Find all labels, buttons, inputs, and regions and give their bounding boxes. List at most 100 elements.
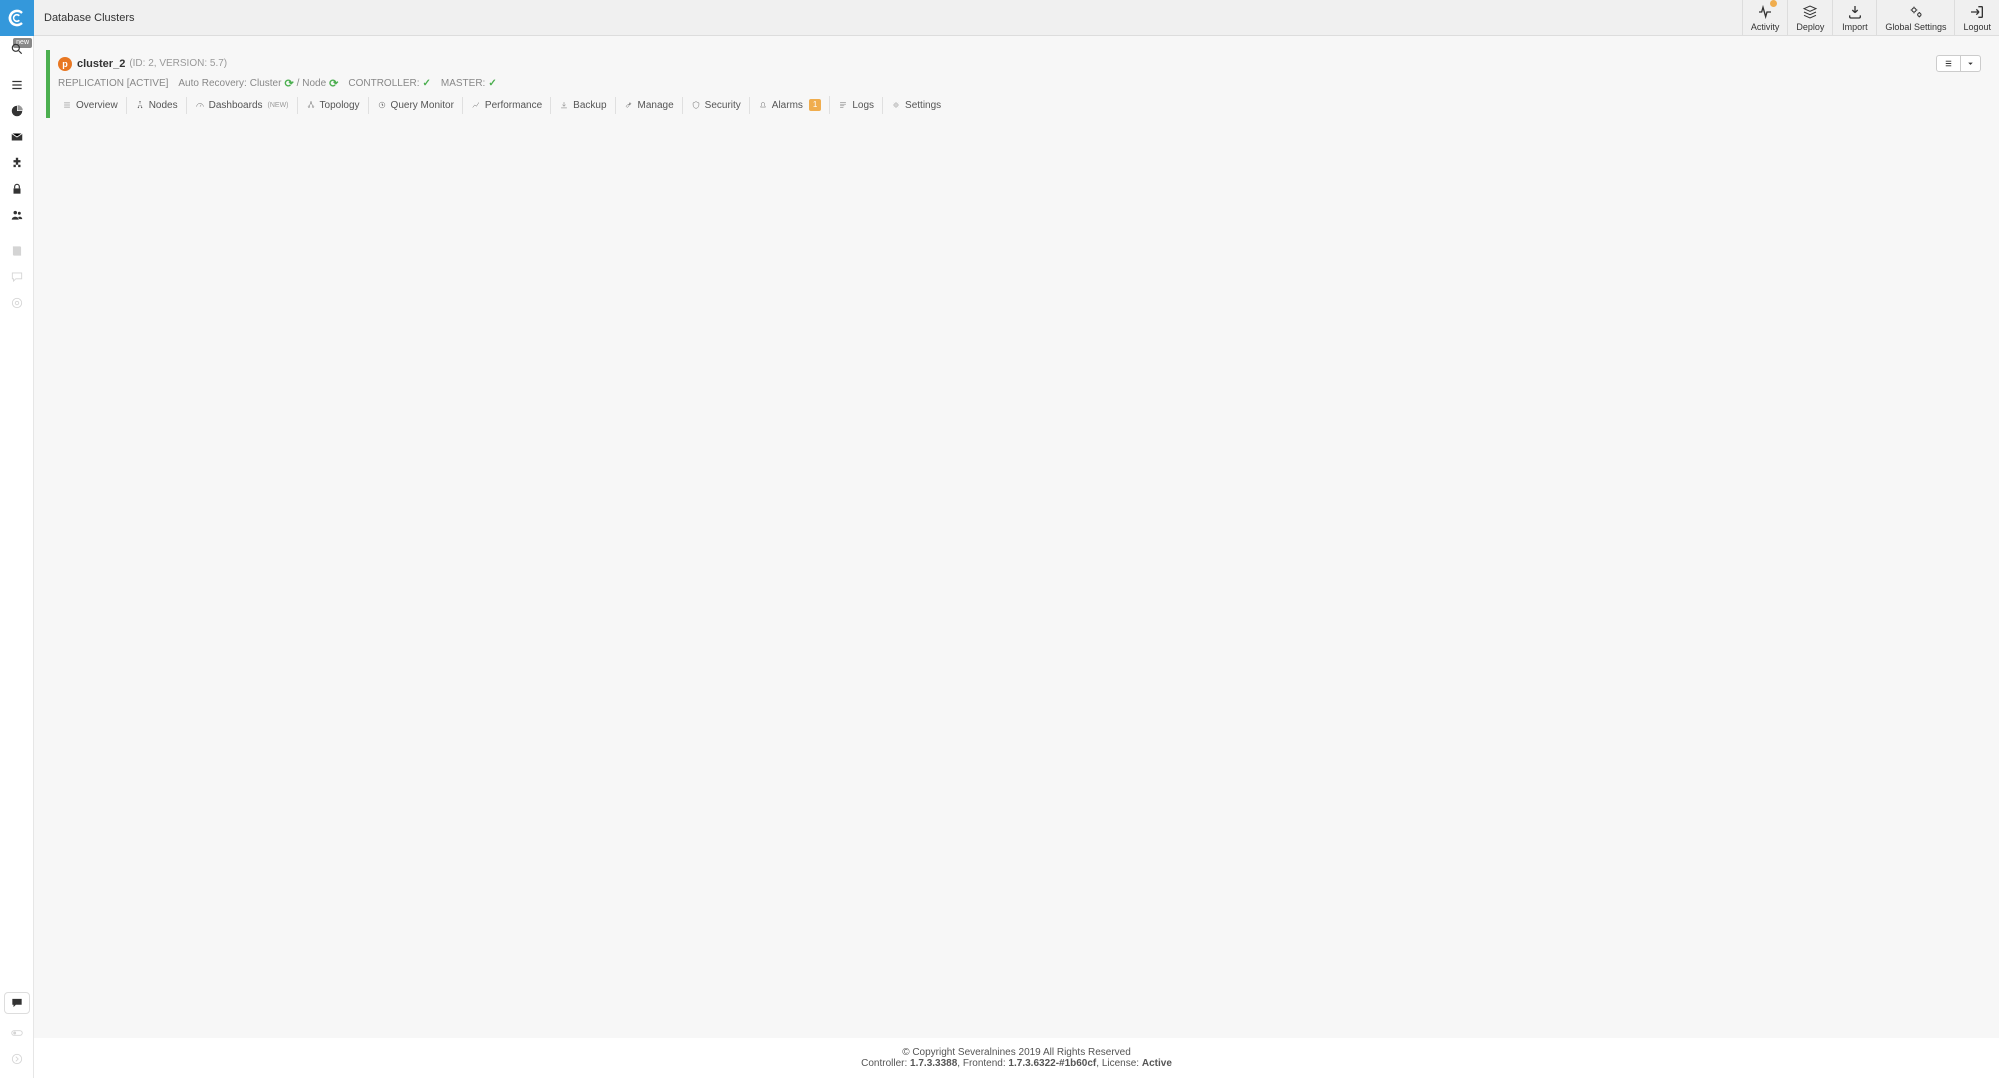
nav-import[interactable]: Import [1832,0,1876,35]
controller-status: CONTROLLER: [348,78,431,89]
caret-down-icon [1965,58,1976,69]
footer-copyright: © Copyright Severalnines 2019 All Rights… [902,1047,1131,1058]
sidebar-mail[interactable] [0,124,33,150]
nav-deploy[interactable]: Deploy [1787,0,1832,35]
cluster-status-row: REPLICATION [ACTIVE] Auto Recovery: Clus… [50,75,1987,94]
alarm-count-badge: 1 [809,99,821,111]
sidebar-clusters[interactable] [0,72,33,98]
sidebar: new [0,36,34,1078]
footer-license-value: Active [1142,1058,1172,1069]
footer-frontend-version: 1.7.3.6322-#1b60cf [1008,1058,1096,1069]
footer-controller-label: Controller: [861,1058,910,1069]
tab-security[interactable]: Security [683,97,750,114]
nav-activity-label: Activity [1751,22,1780,32]
cluster-card: p cluster_2 (ID: 2, VERSION: 5.7) REPLIC… [46,50,1987,118]
auto-recovery-node: / Node [297,78,326,89]
master-status: MASTER: [441,78,497,89]
bell-icon [758,100,768,110]
toggle-icon [10,1026,24,1040]
nodes-icon [135,100,145,110]
tab-dashboards[interactable]: Dashboards(NEW) [187,97,298,114]
main-content: p cluster_2 (ID: 2, VERSION: 5.7) REPLIC… [34,36,1999,1038]
sidebar-users[interactable] [0,202,33,228]
book-icon [10,244,24,258]
sidebar-feedback[interactable] [0,264,33,290]
tab-manage-label: Manage [638,100,674,111]
topology-icon [306,100,316,110]
deploy-icon [1802,4,1818,20]
sidebar-keys[interactable] [0,176,33,202]
replication-status-text: REPLICATION [ACTIVE] [58,78,168,89]
download-icon [559,100,569,110]
cluster-actions [1936,55,1981,72]
chart-icon [471,100,481,110]
check-icon [422,78,430,89]
shield-icon [691,100,701,110]
gear-icon [891,100,901,110]
logout-icon [1969,4,1985,20]
lock-icon [10,182,24,196]
sidebar-docs[interactable] [0,238,33,264]
tab-manage[interactable]: Manage [616,97,683,114]
wrench-icon [624,100,634,110]
tab-logs[interactable]: Logs [830,97,883,114]
chat-icon [10,270,24,284]
sidebar-toggle-theme[interactable] [0,1020,33,1046]
nav-deploy-label: Deploy [1796,22,1824,32]
footer: © Copyright Severalnines 2019 All Rights… [34,1038,1999,1078]
nav-import-label: Import [1842,22,1868,32]
tab-performance-label: Performance [485,100,542,111]
auto-recovery-label: Auto Recovery: [178,78,246,89]
tab-nodes[interactable]: Nodes [127,97,187,114]
page-title: Database Clusters [34,12,135,24]
refresh-icon [284,77,293,90]
footer-frontend-label: , Frontend: [957,1058,1008,1069]
list-icon [62,100,72,110]
tab-settings[interactable]: Settings [883,97,949,114]
tab-alarms[interactable]: Alarms 1 [750,96,831,114]
database-vendor-icon: p [58,57,72,71]
nav-activity[interactable]: Activity [1742,0,1788,35]
refresh-icon [329,77,338,90]
tab-overview[interactable]: Overview [54,97,127,114]
nav-global-settings-label: Global Settings [1885,22,1946,32]
puzzle-icon [10,156,24,170]
replication-status: REPLICATION [ACTIVE] [58,78,168,89]
sidebar-integrations[interactable] [0,150,33,176]
chevron-right-icon [10,1052,24,1066]
cluster-menu-dropdown[interactable] [1961,55,1981,72]
master-label: MASTER: [441,78,485,89]
tab-settings-label: Settings [905,100,941,111]
mail-icon [10,130,24,144]
footer-version-line: Controller: 1.7.3.3388, Frontend: 1.7.3.… [861,1058,1172,1069]
sidebar-livechat[interactable] [4,992,30,1014]
nav-logout[interactable]: Logout [1954,0,1999,35]
top-header: Database Clusters Activity Deploy Import [0,0,1999,36]
tab-alarms-label: Alarms [772,100,803,111]
nav-logout-label: Logout [1963,22,1991,32]
list-icon [10,78,24,92]
cluster-name[interactable]: cluster_2 [77,58,125,70]
tab-backup[interactable]: Backup [551,97,615,114]
app-logo[interactable] [0,0,34,36]
speech-icon [10,996,24,1010]
dashboard-icon [195,100,205,110]
sidebar-support[interactable] [0,290,33,316]
tab-query-monitor[interactable]: Query Monitor [369,97,463,114]
top-nav: Activity Deploy Import Global Settings L… [1742,0,1999,35]
tab-performance[interactable]: Performance [463,97,551,114]
tab-nodes-label: Nodes [149,100,178,111]
import-icon [1847,4,1863,20]
activity-badge [1769,0,1778,8]
tab-topology[interactable]: Topology [298,97,369,114]
tab-query-monitor-label: Query Monitor [391,100,454,111]
lifebuoy-icon [10,296,24,310]
sidebar-search[interactable] [0,36,33,62]
sidebar-dashboard[interactable] [0,98,33,124]
tab-logs-label: Logs [852,100,874,111]
users-icon [10,208,24,222]
controller-label: CONTROLLER: [348,78,419,89]
cluster-menu-button[interactable] [1936,55,1961,72]
sidebar-collapse[interactable] [0,1046,33,1072]
nav-global-settings[interactable]: Global Settings [1876,0,1954,35]
